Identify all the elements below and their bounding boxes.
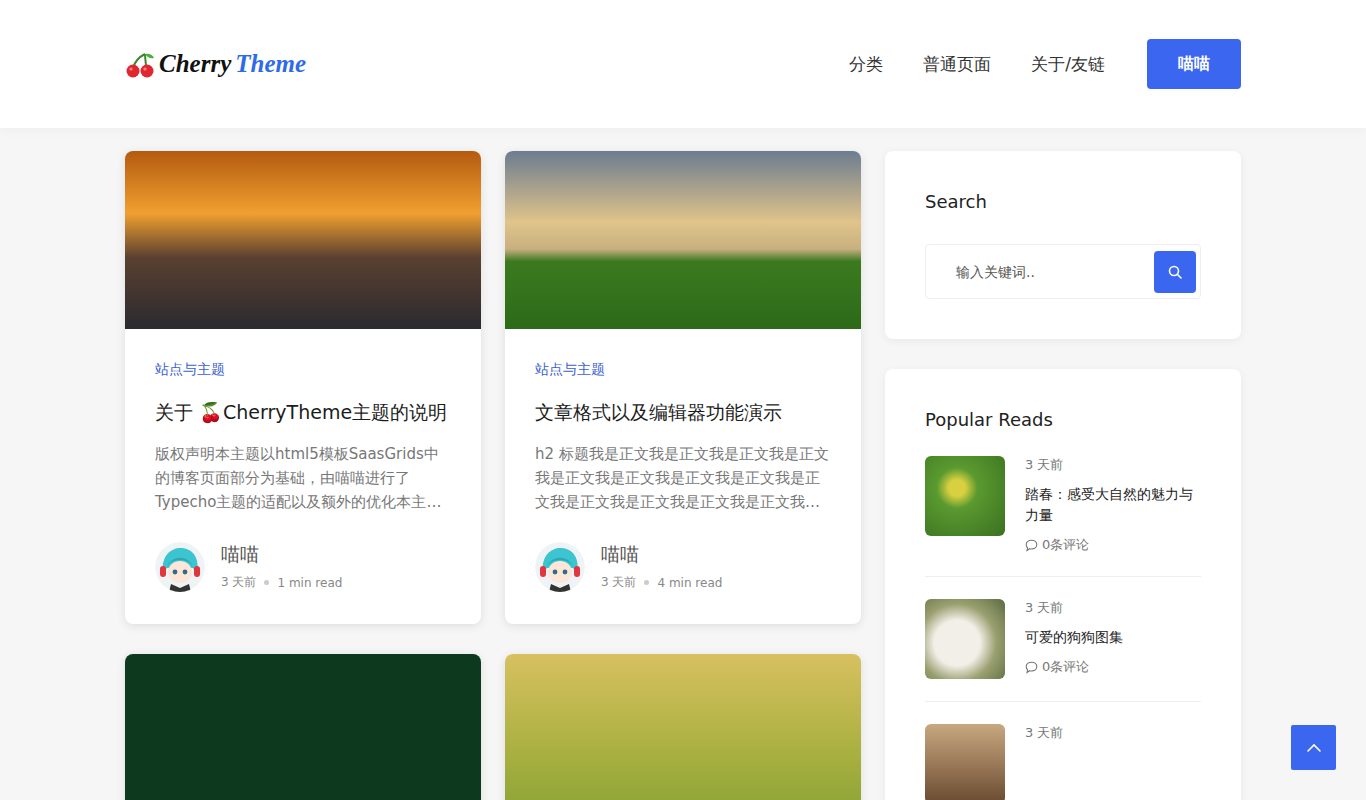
post-card[interactable]: 站点与主题 关于 🍒CherryTheme主题的说明 版权声明本主题以html5… [125, 151, 481, 624]
nav: 分类 普通页面 关于/友链 喵喵 [849, 39, 1241, 89]
logo[interactable]: CherryTheme [125, 50, 306, 78]
logo-text-accent: Theme [235, 50, 306, 78]
sidebar: Search Popular Reads 3 天前 踏春：感受大自然的魅力与力量… [885, 151, 1241, 800]
chevron-up-icon [1306, 740, 1322, 756]
post-title[interactable]: 关于 🍒CherryTheme主题的说明 [155, 399, 451, 426]
popular-time: 3 天前 [1025, 456, 1201, 474]
post-meta: 3 天前 1 min read [221, 574, 342, 591]
popular-comments[interactable]: 0条评论 [1025, 536, 1201, 554]
post-excerpt: h2 标题我是正文我是正文我是正文我是正文我是正文我是正文我是正文我是正文我是正… [535, 442, 831, 514]
post-excerpt: 版权声明本主题以html5模板SaasGrids中的博客页面部分为基础，由喵喵进… [155, 442, 451, 514]
popular-comments[interactable]: 0条评论 [1025, 658, 1123, 676]
post-cover[interactable] [125, 654, 481, 800]
post-time: 3 天前 [601, 574, 636, 591]
popular-widget: Popular Reads 3 天前 踏春：感受大自然的魅力与力量 0条评论 3… [885, 369, 1241, 800]
post-grid: 站点与主题 关于 🍒CherryTheme主题的说明 版权声明本主题以html5… [125, 151, 861, 800]
popular-item[interactable]: 3 天前 可爱的狗狗图集 0条评论 [925, 577, 1201, 702]
nav-item[interactable]: 分类 [849, 53, 883, 76]
cherry-icon [125, 52, 155, 78]
search-widget: Search [885, 151, 1241, 339]
post-card[interactable]: 站点与主题 文章格式以及编辑器功能演示 h2 标题我是正文我是正文我是正文我是正… [505, 151, 861, 624]
popular-title[interactable]: 踏春：感受大自然的魅力与力量 [1025, 484, 1201, 526]
post-category[interactable]: 站点与主题 [535, 361, 831, 379]
read-time: 4 min read [657, 576, 722, 590]
widget-title: Popular Reads [925, 409, 1201, 430]
post-time: 3 天前 [221, 574, 256, 591]
popular-title[interactable]: 可爱的狗狗图集 [1025, 627, 1123, 648]
post-title[interactable]: 文章格式以及编辑器功能演示 [535, 399, 831, 426]
logo-text: Cherry [159, 50, 231, 78]
back-to-top-button[interactable] [1291, 725, 1336, 770]
post-cover[interactable] [505, 654, 861, 800]
search-box [925, 244, 1201, 299]
post-cover[interactable] [125, 151, 481, 329]
separator-dot [644, 580, 649, 585]
popular-time: 3 天前 [1025, 599, 1123, 617]
popular-thumbnail[interactable] [925, 456, 1005, 536]
popular-item[interactable]: 3 天前 踏春：感受大自然的魅力与力量 0条评论 [925, 456, 1201, 577]
post-card[interactable] [505, 654, 861, 800]
post-category[interactable]: 站点与主题 [155, 361, 451, 379]
post-author: 喵喵 3 天前 4 min read [535, 542, 831, 592]
comment-icon [1025, 539, 1038, 552]
search-input[interactable] [926, 264, 1154, 280]
avatar-icon[interactable] [535, 542, 585, 592]
popular-list: 3 天前 踏春：感受大自然的魅力与力量 0条评论 3 天前 可爱的狗狗图集 0条… [925, 456, 1201, 800]
main: 站点与主题 关于 🍒CherryTheme主题的说明 版权声明本主题以html5… [125, 151, 1241, 800]
search-button[interactable] [1154, 251, 1196, 293]
search-icon [1168, 265, 1182, 279]
post-card[interactable] [125, 654, 481, 800]
user-button[interactable]: 喵喵 [1147, 39, 1241, 89]
separator-dot [264, 580, 269, 585]
avatar-icon[interactable] [155, 542, 205, 592]
nav-item[interactable]: 关于/友链 [1031, 53, 1105, 76]
page: CherryTheme 分类 普通页面 关于/友链 喵喵 站点与主题 关于 🍒Che… [0, 0, 1366, 800]
nav-item[interactable]: 普通页面 [923, 53, 991, 76]
post-meta: 3 天前 4 min read [601, 574, 722, 591]
post-cover[interactable] [505, 151, 861, 329]
read-time: 1 min read [277, 576, 342, 590]
comment-icon [1025, 661, 1038, 674]
popular-item[interactable]: 3 天前 [925, 702, 1201, 800]
popular-thumbnail[interactable] [925, 599, 1005, 679]
popular-thumbnail[interactable] [925, 724, 1005, 800]
header: CherryTheme 分类 普通页面 关于/友链 喵喵 [0, 0, 1366, 128]
widget-title: Search [925, 191, 1201, 212]
popular-time: 3 天前 [1025, 724, 1063, 742]
post-author: 喵喵 3 天前 1 min read [155, 542, 451, 592]
author-name[interactable]: 喵喵 [601, 542, 722, 568]
author-name[interactable]: 喵喵 [221, 542, 342, 568]
